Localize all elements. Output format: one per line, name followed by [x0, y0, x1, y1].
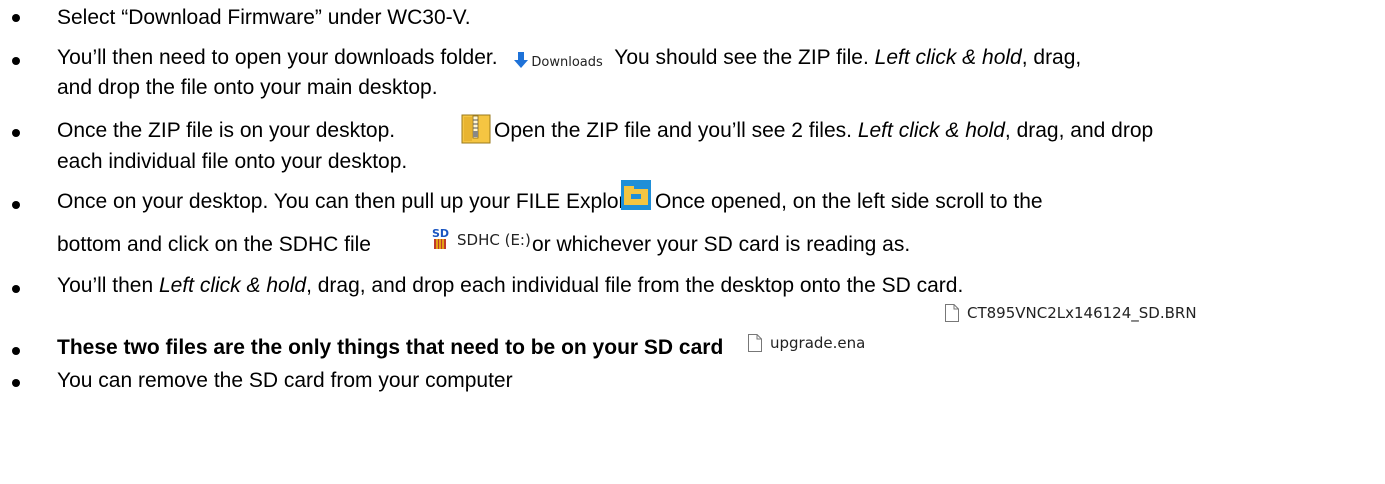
step-4-text-d: or whichever your SD card is reading as. — [532, 233, 911, 256]
bullet — [12, 285, 20, 293]
file-list-item: upgrade.ena — [748, 334, 865, 352]
step-5-text-c: , drag, and drop each individual file fr… — [306, 274, 964, 297]
instruction-document: Select “Download Firmware” under WC30-V.… — [0, 0, 1385, 484]
step-2-line-1: You’ll then need to open your downloads … — [57, 46, 1081, 75]
bullet — [12, 347, 20, 355]
sd-card-drive: SD SDHC (E:) — [431, 226, 531, 250]
step-4-text-b: Once opened, on the left side scroll to … — [655, 190, 1043, 213]
file-explorer-icon — [621, 180, 651, 216]
file-name: CT895VNC2Lx146124_SD.BRN — [967, 304, 1197, 322]
step-3-text-e: each individual file onto your desktop. — [57, 150, 408, 173]
bullet — [12, 379, 20, 387]
download-arrow-icon — [514, 52, 529, 68]
step-2-line-2: and drop the file onto your main desktop… — [57, 76, 438, 100]
step-6-text: These two files are the only things that… — [57, 336, 724, 359]
step-3-emphasis: Left click & hold — [857, 119, 1005, 142]
file-name: upgrade.ena — [770, 334, 866, 352]
step-7-text: You can remove the SD card from your com… — [57, 369, 513, 392]
downloads-label: Downloads — [531, 55, 603, 70]
step-5-text-a: You’ll then — [57, 274, 154, 297]
bullet — [12, 129, 20, 137]
bullet — [12, 57, 20, 65]
downloads-shortcut: Downloads — [513, 48, 603, 75]
step-2-text-a: You’ll then need to open your downloads … — [57, 46, 498, 69]
sd-drive-label: SDHC (E:) — [457, 231, 531, 249]
step-4-line-2a: bottom and click on the SDHC file — [57, 233, 371, 257]
step-3-line-1b: Open the ZIP file and you’ll see 2 files… — [494, 119, 1153, 143]
file-icon — [748, 334, 762, 352]
step-2-text-b: You should see the ZIP file. — [614, 46, 869, 69]
step-6-line: These two files are the only things that… — [57, 336, 723, 360]
file-list-item: CT895VNC2Lx146124_SD.BRN — [945, 304, 1197, 322]
step-2-text-e: and drop the file onto your main desktop… — [57, 76, 438, 99]
file-icon — [945, 304, 959, 322]
step-5-line: You’ll then Left click & hold, drag, and… — [57, 274, 963, 298]
step-3-line-1: Once the ZIP file is on your desktop. — [57, 119, 395, 143]
bullet — [12, 201, 20, 209]
step-5-emphasis: Left click & hold — [158, 274, 307, 297]
step-4-line-1: Once on your desktop. You can then pull … — [57, 190, 644, 214]
zip-folder-icon — [461, 114, 491, 150]
step-4-line-1b: Once opened, on the left side scroll to … — [655, 190, 1043, 214]
svg-text:SD: SD — [432, 227, 449, 240]
bullet — [12, 14, 20, 22]
step-1-text: Select “Download Firmware” under WC30-V. — [57, 6, 471, 30]
step-3-text-a: Once the ZIP file is on your desktop. — [57, 119, 396, 142]
step-2-text-d: , drag, — [1021, 46, 1082, 69]
step-7-line: You can remove the SD card from your com… — [57, 369, 513, 393]
step-4-text-a: Once on your desktop. You can then pull … — [57, 190, 645, 213]
step-4-line-2b: or whichever your SD card is reading as. — [532, 233, 910, 257]
step-3-text-b: Open the ZIP file and you’ll see 2 files… — [494, 119, 852, 142]
step-1-label: Select “Download Firmware” under WC30-V. — [57, 6, 471, 29]
step-3-text-d: , drag, and drop — [1004, 119, 1154, 142]
sd-card-icon: SD — [432, 227, 449, 249]
step-3-line-2: each individual file onto your desktop. — [57, 150, 407, 174]
step-2-emphasis: Left click & hold — [874, 46, 1022, 69]
step-4-text-c: bottom and click on the SDHC file — [57, 233, 371, 256]
